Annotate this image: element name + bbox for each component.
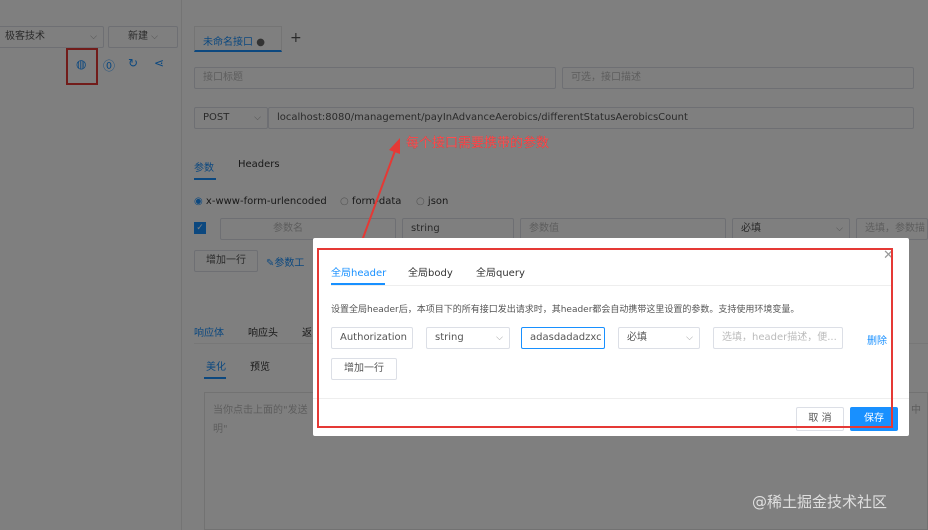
header-value-input[interactable]: adasdadadzxc	[521, 327, 605, 349]
modal-tabs-divider	[331, 285, 891, 286]
tab-global-query[interactable]: 全局query	[476, 264, 525, 279]
header-type-select[interactable]: string ⌵	[426, 327, 510, 349]
add-header-row-button[interactable]: 增加一行	[331, 358, 397, 380]
close-icon[interactable]: ✕	[883, 248, 894, 263]
tab-global-header[interactable]: 全局header	[331, 264, 386, 279]
modal-description: 设置全局header后，本项目下的所有接口发出请求时，其header都会自动携带…	[331, 305, 800, 315]
annotation-text-top: 每个接口需要携带的参数	[406, 136, 550, 151]
header-name-input[interactable]: Authorization	[331, 327, 413, 349]
chevron-down-icon: ⌵	[686, 333, 693, 343]
header-required-select[interactable]: 必填 ⌵	[618, 327, 700, 349]
cancel-button[interactable]: 取 消	[796, 407, 844, 431]
header-desc-input[interactable]: 选填，header描述，便...	[713, 327, 843, 349]
modal-footer-divider	[313, 398, 909, 399]
watermark: @稀土掘金技术社区	[752, 493, 888, 511]
chevron-down-icon: ⌵	[496, 333, 503, 343]
save-button[interactable]: 保存	[850, 407, 898, 431]
global-params-modal: ✕ 全局header 全局body 全局query 设置全局header后，本项…	[313, 238, 909, 436]
tab-global-body[interactable]: 全局body	[408, 264, 453, 279]
delete-link[interactable]: 删除	[867, 332, 887, 347]
